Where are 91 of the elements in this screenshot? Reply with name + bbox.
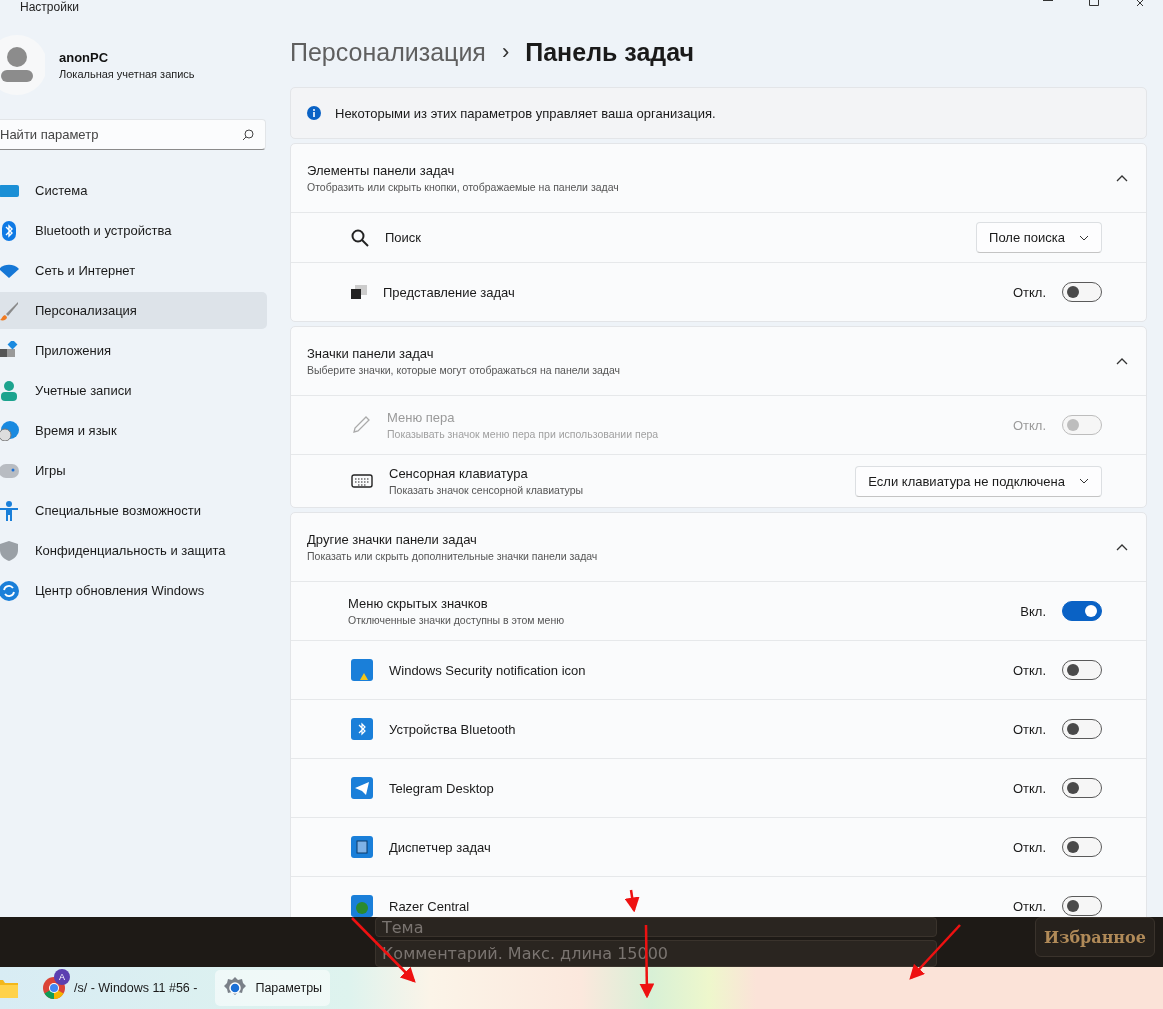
annotation-arrow — [624, 889, 640, 913]
dropdown[interactable]: Поле поиска — [976, 222, 1102, 253]
info-text: Некоторыми из этих параметров управляет ваша организация. — [335, 105, 716, 121]
breadcrumb-link[interactable]: Персонализация — [290, 37, 486, 67]
nav-item[interactable]: Специальные возможности — [0, 492, 267, 529]
toggle-state-label: Откл. — [1012, 780, 1046, 796]
toggle-switch[interactable] — [1062, 896, 1102, 916]
task-view-icon — [351, 285, 367, 299]
nav-item[interactable]: Сеть и Интернет — [0, 252, 267, 289]
breadcrumb-separator: › — [501, 39, 510, 65]
shield-icon — [0, 540, 19, 561]
bluetooth-icon — [351, 718, 373, 740]
nav-item[interactable]: Конфиденциальность и защита — [0, 532, 267, 569]
setting-label: Представление задач — [383, 284, 515, 300]
setting-label: Razer Central — [389, 898, 470, 914]
chevron-down-icon — [1079, 478, 1089, 484]
setting-description: Показывать значок меню пера при использовании пера — [387, 428, 659, 440]
search-field[interactable]: Найти параметр — [0, 119, 266, 150]
section-title: Другие значки панели задач — [307, 532, 478, 547]
dropdown[interactable]: Если клавиатура не подключена — [855, 465, 1102, 497]
setting-label: Меню пера — [387, 410, 456, 425]
accessibility-icon — [0, 500, 19, 521]
nav-item[interactable]: Персонализация — [0, 292, 267, 329]
chevron-down-icon — [1079, 234, 1089, 241]
setting-label: Диспетчер задач — [389, 839, 491, 855]
toggle-switch[interactable] — [1062, 601, 1102, 621]
task-manager-icon — [351, 836, 373, 858]
keyboard-icon — [351, 474, 373, 488]
toggle-switch[interactable] — [1062, 282, 1102, 302]
bluetooth-icon — [0, 220, 19, 241]
globe-clock-icon — [0, 420, 19, 441]
pen-icon — [351, 415, 371, 435]
section-description: Выберите значки, которые могут отображаться на панели задач — [307, 364, 622, 376]
window-title: Настройки — [20, 0, 80, 14]
person-icon — [0, 380, 19, 401]
toggle-state-label: Откл. — [1012, 417, 1046, 433]
nav-item[interactable]: Центр обновления Windows — [0, 572, 267, 609]
setting-description: Показать значок сенсорной клавиатуры — [389, 484, 584, 496]
section-description: Показать или скрыть дополнительные значки панели задач — [307, 550, 599, 562]
setting-label: Поиск — [385, 230, 422, 245]
minimize-icon[interactable] — [1043, 0, 1053, 2]
toggle-state-label: Откл. — [1012, 662, 1046, 678]
annotation-arrow — [909, 924, 961, 980]
profile-badge: A — [54, 969, 70, 985]
sync-icon — [0, 580, 19, 601]
taskbar-app[interactable]: A /s/ - Windows 11 #56 - — [34, 970, 206, 1006]
toggle-state-label: Вкл. — [1020, 603, 1046, 619]
toggle-state-label: Откл. — [1012, 721, 1046, 737]
chevron-up-icon[interactable] — [1116, 174, 1128, 182]
setting-label: Устройства Bluetooth — [389, 721, 516, 737]
user-name: anonPC — [59, 50, 110, 65]
section-description: Отобразить или скрыть кнопки, отображаемые на панели задач — [307, 181, 620, 193]
search-icon — [242, 129, 254, 141]
page-title: Панель задач — [525, 37, 694, 67]
info-icon — [307, 106, 321, 120]
paper-plane-icon — [351, 777, 373, 799]
setting-description: Отключенные значки доступны в этом меню — [348, 614, 565, 626]
chevron-up-icon[interactable] — [1116, 357, 1128, 365]
nav-item[interactable]: Учетные записи — [0, 372, 267, 409]
nav-item[interactable]: Bluetooth и устройства — [0, 212, 267, 249]
toggle-switch[interactable] — [1062, 778, 1102, 798]
section-title: Значки панели задач — [307, 346, 435, 361]
shield-warning-icon — [351, 659, 373, 681]
setting-label: Сенсорная клавиатура — [389, 466, 529, 481]
setting-label: Меню скрытых значков — [348, 596, 489, 611]
wifi-icon — [0, 263, 19, 278]
nav-item[interactable]: Система — [0, 172, 267, 209]
section-title: Элементы панели задач — [307, 163, 456, 178]
setting-label: Windows Security notification icon — [389, 662, 586, 678]
toggle-state-label: Откл. — [1012, 898, 1046, 914]
toggle-switch[interactable] — [1062, 719, 1102, 739]
setting-label: Telegram Desktop — [389, 780, 494, 796]
toggle-state-label: Откл. — [1012, 284, 1046, 300]
text-input[interactable]: Тема — [375, 917, 937, 937]
close-icon[interactable] — [1135, 0, 1145, 6]
nav-item[interactable]: Время и язык — [0, 412, 267, 449]
gamepad-icon — [0, 463, 19, 478]
search-icon — [351, 228, 369, 247]
maximize-icon[interactable] — [1089, 0, 1099, 6]
toggle-state-label: Откл. — [1012, 839, 1046, 855]
toggle-switch[interactable] — [1062, 837, 1102, 857]
display-icon — [0, 182, 19, 199]
nav-item[interactable]: Приложения — [0, 332, 267, 369]
nav-item[interactable]: Игры — [0, 452, 267, 489]
chevron-up-icon[interactable] — [1116, 543, 1128, 551]
taskbar-app[interactable]: Параметры — [215, 970, 331, 1006]
brush-icon — [0, 300, 19, 321]
app-icon — [351, 895, 373, 917]
account-type: Локальная учетная запись — [59, 68, 195, 80]
toggle-switch[interactable] — [1062, 660, 1102, 680]
favorites-button[interactable]: Избранное — [1035, 917, 1155, 957]
